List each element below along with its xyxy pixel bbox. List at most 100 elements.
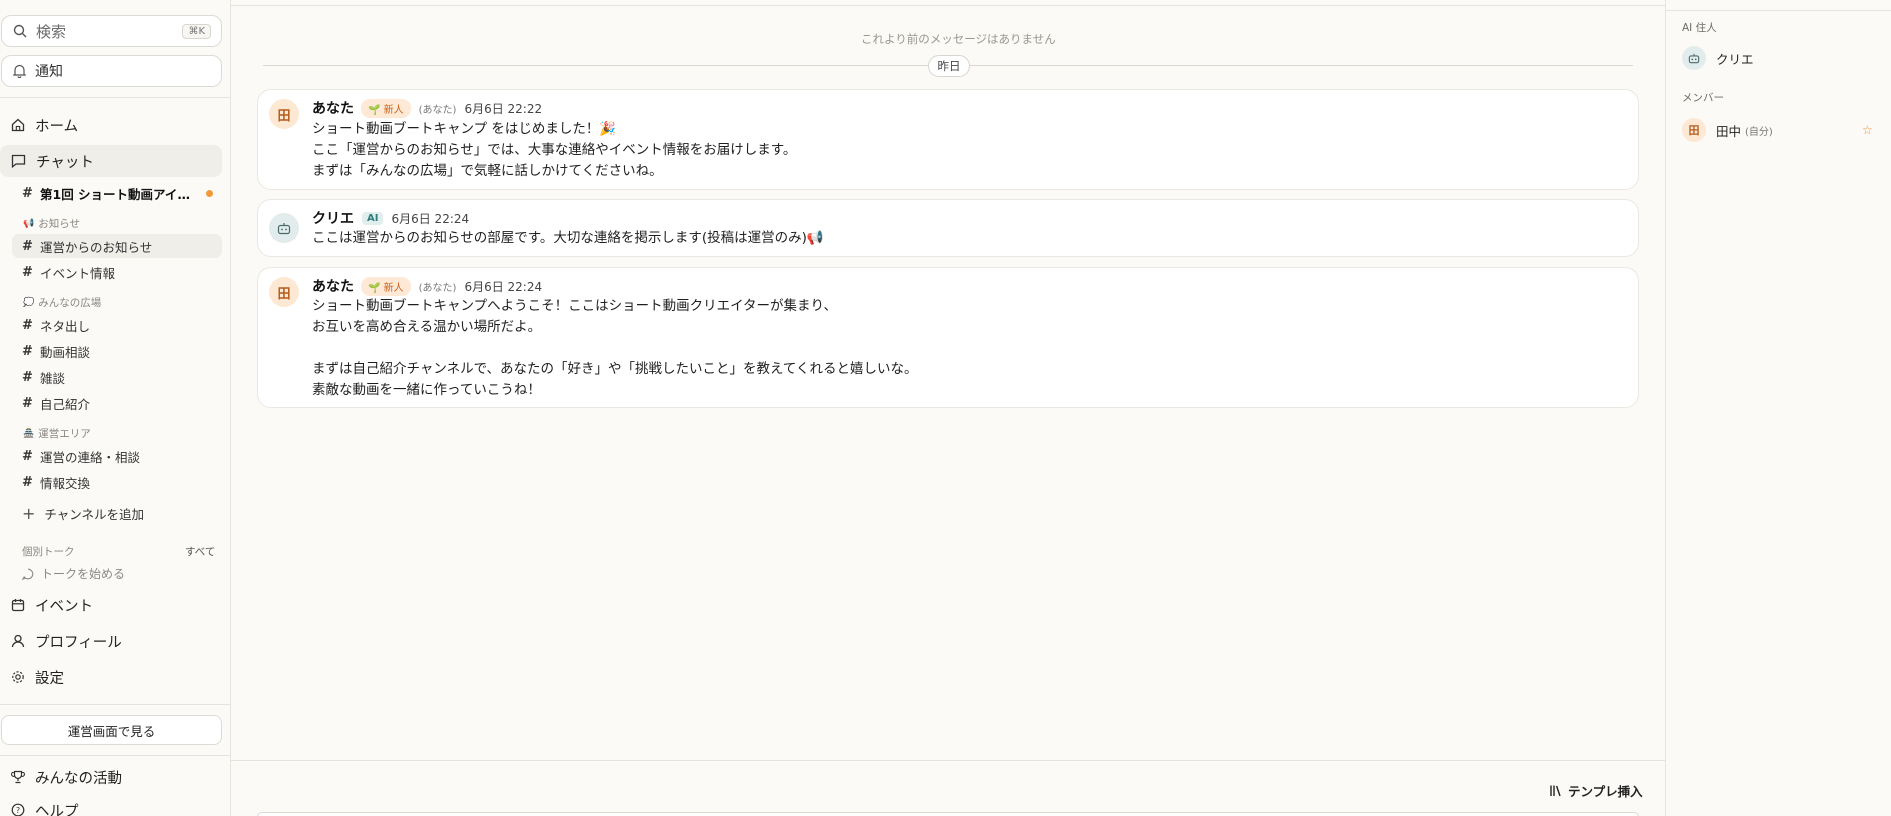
no-previous-messages: これより前のメッセージはありません <box>861 32 1056 46</box>
group-label-text: お知らせ <box>38 218 81 230</box>
nav-settings[interactable]: 設定 <box>0 661 222 693</box>
bell-icon <box>13 64 26 78</box>
help-icon: ? <box>11 803 25 816</box>
composer-divider <box>231 760 1665 761</box>
day-divider: 昨日 <box>928 55 970 77</box>
message-time: 6月6日 22:24 <box>391 211 470 226</box>
message-header: クリエ AI 6月6日 22:24 <box>312 208 469 228</box>
avatar[interactable] <box>269 213 299 243</box>
notifications-label: 通知 <box>35 64 63 80</box>
hash-icon: # <box>22 448 33 464</box>
nav-settings-label: 設定 <box>35 670 64 687</box>
hash-icon: # <box>22 369 33 385</box>
group-label-text: 運営エリア <box>38 428 91 440</box>
thought-bubble-icon: 💭 <box>23 297 35 308</box>
channel-label: 運営からのお知らせ <box>40 239 153 255</box>
channel-item[interactable]: # 動画相談 <box>12 339 222 363</box>
nav-events[interactable]: イベント <box>0 589 222 621</box>
nav-chat[interactable]: チャット <box>0 145 222 177</box>
sidebar-divider <box>0 97 231 98</box>
start-talk-button[interactable]: トークを始める <box>22 565 125 582</box>
user-icon <box>11 634 25 648</box>
message-composer[interactable] <box>257 812 1639 816</box>
plus-icon: + <box>22 504 36 523</box>
message-time: 6月6日 22:22 <box>464 101 543 116</box>
staff-view-button[interactable]: 運営画面で見る <box>1 715 222 745</box>
rank-badge: 🌱 新人 <box>361 98 411 118</box>
sidebar-divider <box>0 704 231 705</box>
castle-icon: 🏯 <box>23 428 35 439</box>
message-body: ショート動画ブートキャンプ をはじめました！🎉 ここ「運営からのお知らせ」では、… <box>312 121 797 179</box>
bot-icon <box>277 222 291 235</box>
nav-activity[interactable]: みんなの活動 <box>0 761 222 793</box>
channel-item[interactable]: # 自己紹介 <box>12 391 222 415</box>
nav-activity-label: みんなの活動 <box>35 770 122 787</box>
nav-help[interactable]: ? ヘルプ <box>0 794 222 816</box>
channel-label: 運営の連絡・相談 <box>40 449 141 465</box>
message-body: ショート動画ブートキャンプへようこそ！ここはショート動画クリエイターが集まり、 … <box>312 298 918 398</box>
chat-icon <box>11 154 26 168</box>
nav-help-label: ヘルプ <box>35 803 79 816</box>
search-placeholder: 検索 <box>36 22 67 41</box>
dm-all-link[interactable]: すべて <box>185 544 215 559</box>
gear-icon <box>11 670 25 684</box>
megaphone-icon: 📢 <box>23 218 35 229</box>
hash-icon: # <box>22 474 33 490</box>
rank-badge: 🌱 新人 <box>361 276 411 296</box>
nav-home[interactable]: ホーム <box>0 109 222 141</box>
template-insert-label: テンプレ挿入 <box>1568 784 1643 799</box>
nav-home-label: ホーム <box>35 118 79 135</box>
add-channel-button[interactable]: + チャンネルを追加 <box>22 504 144 523</box>
template-insert-button[interactable]: テンプレ挿入 <box>1549 781 1643 800</box>
message-author[interactable]: あなた <box>312 276 354 296</box>
channel-label: 情報交換 <box>40 475 91 491</box>
message-author[interactable]: クリエ <box>312 208 354 228</box>
avatar[interactable]: 田 <box>269 99 299 129</box>
channel-pinned[interactable]: # 第1回 ショート動画アイデア… <box>12 181 222 205</box>
search-input[interactable]: 検索 ⌘K <box>1 15 222 47</box>
search-shortcut: ⌘K <box>182 23 211 39</box>
hash-icon: # <box>22 238 33 254</box>
member-row[interactable]: 田 田中 (自分) <box>1682 118 1773 142</box>
channel-label: ネタ出し <box>40 318 91 334</box>
notifications-button[interactable]: 通知 <box>1 55 222 87</box>
message-author[interactable]: あなた <box>312 98 354 118</box>
channel-item[interactable]: # 雑談 <box>12 365 222 389</box>
dm-section-label: 個別トーク <box>22 546 75 558</box>
home-icon <box>11 118 25 132</box>
group-label-plaza: 💭 みんなの広場 <box>23 295 101 310</box>
channel-item[interactable]: # 運営の連絡・相談 <box>12 444 222 468</box>
message-header: あなた 🌱 新人 (あなた) 6月6日 22:24 <box>312 276 542 296</box>
message-body: ここは運営からのお知らせの部屋です。大切な連絡を掲示します(投稿は運営のみ)📢 <box>312 230 824 246</box>
message-header: あなた 🌱 新人 (あなた) 6月6日 22:22 <box>312 98 542 118</box>
message-card: 田 あなた 🌱 新人 (あなた) 6月6日 22:22 ショート動画ブートキャン… <box>257 89 1639 190</box>
avatar[interactable]: 田 <box>269 277 299 307</box>
message-card: 田 あなた 🌱 新人 (あなた) 6月6日 22:24 ショート動画ブートキャン… <box>257 267 1639 408</box>
ai-member-name: クリエ <box>1716 51 1754 67</box>
avatar: 田 <box>1682 118 1706 142</box>
speech-bubble-icon <box>22 568 34 580</box>
group-label-text: みんなの広場 <box>38 297 102 309</box>
hash-icon: # <box>22 317 33 333</box>
trophy-icon <box>11 770 25 784</box>
channel-item[interactable]: # 運営からのお知らせ <box>12 234 222 258</box>
nav-profile-label: プロフィール <box>35 634 122 651</box>
channel-label: イベント情報 <box>40 265 116 281</box>
bot-icon <box>1688 53 1700 64</box>
search-icon <box>13 24 27 38</box>
channel-label: 自己紹介 <box>40 396 91 412</box>
nav-chat-label: チャット <box>36 154 94 171</box>
nav-events-label: イベント <box>35 598 93 615</box>
channel-label: 動画相談 <box>40 344 91 360</box>
members-panel-divider <box>1665 10 1891 11</box>
hash-icon: # <box>22 395 33 411</box>
channel-item[interactable]: # イベント情報 <box>12 260 222 284</box>
channel-item[interactable]: # 情報交換 <box>12 470 222 494</box>
nav-profile[interactable]: プロフィール <box>0 625 222 657</box>
ai-member-row[interactable]: クリエ <box>1682 46 1754 70</box>
group-label-staff: 🏯 運営エリア <box>23 426 91 441</box>
svg-text:?: ? <box>16 806 20 815</box>
hash-icon: # <box>22 264 33 280</box>
channel-item[interactable]: # ネタ出し <box>12 313 222 337</box>
add-channel-label: チャンネルを追加 <box>44 507 145 522</box>
